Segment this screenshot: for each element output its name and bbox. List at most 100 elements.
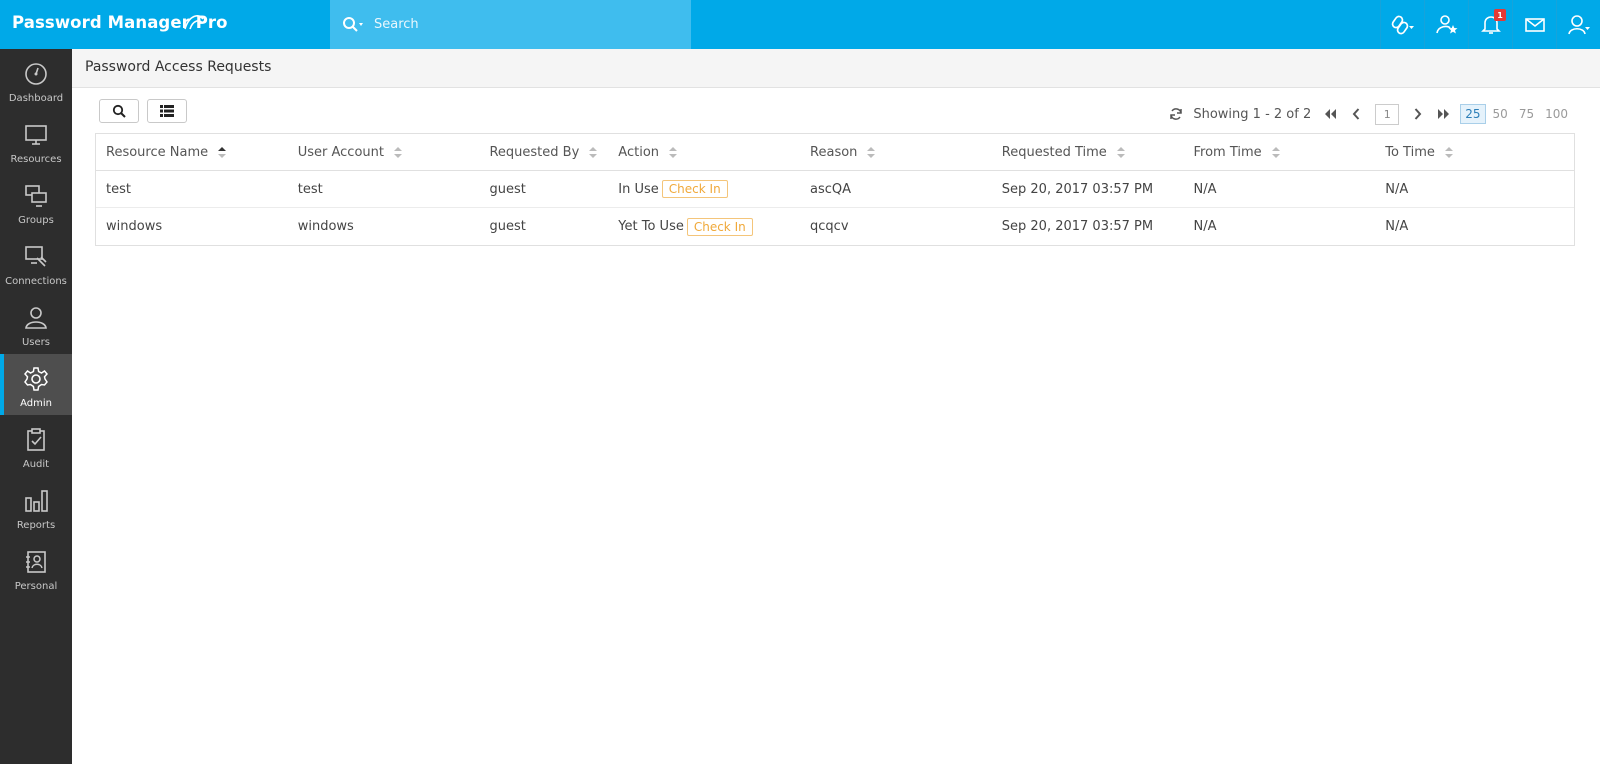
search-input[interactable] [374, 17, 664, 32]
sidebar-item-personal[interactable]: Personal [0, 537, 72, 598]
page-size-option[interactable]: 50 [1489, 105, 1512, 123]
first-page-button[interactable] [1319, 102, 1341, 126]
logo-swoosh-icon [184, 15, 204, 30]
page-number-input[interactable]: 1 [1375, 103, 1400, 125]
double-chevron-right-icon [1438, 109, 1450, 119]
last-page-button[interactable] [1433, 102, 1455, 126]
user-star-icon [1435, 14, 1457, 33]
sidebar-item-label: Admin [20, 398, 52, 409]
table-search-button[interactable] [99, 99, 139, 123]
list-icon [160, 105, 174, 117]
sidebar-item-users[interactable]: Users [0, 293, 72, 354]
clipboard-check-icon [23, 427, 49, 453]
cell-user-account: windows [297, 219, 354, 234]
bar-chart-icon [23, 488, 49, 514]
user-menu-button[interactable] [1556, 0, 1600, 49]
favorites-button[interactable] [1424, 0, 1468, 49]
gear-icon [23, 366, 49, 392]
cell-to-time: N/A [1385, 219, 1409, 234]
sidebar: Dashboard Resources Groups Connections U… [0, 49, 72, 764]
cell-requested-time: Sep 20, 2017 03:57 PM [1001, 181, 1154, 197]
action-status: Yet To Use [618, 219, 684, 234]
cell-from-time: N/A [1193, 219, 1217, 234]
pagination: Showing 1 - 2 of 2 1 25 50 75 100 [1163, 102, 1572, 126]
cell-requested-by: guest [489, 181, 526, 197]
sidebar-item-reports[interactable]: Reports [0, 476, 72, 537]
sort-icon [394, 146, 402, 158]
sidebar-item-label: Users [21, 337, 50, 348]
cell-action: In Use Check In [608, 180, 800, 198]
column-header-action[interactable]: Action [608, 145, 800, 160]
top-bar: Password Manager Pro Search 1 [0, 0, 1600, 49]
column-header-from-time[interactable]: From Time [1184, 145, 1376, 160]
quick-links-button[interactable] [1380, 0, 1424, 49]
table-row: test test guest In Use Check In ascQA Se… [96, 171, 1574, 208]
cell-user-account: test [297, 181, 323, 197]
table-header-row: Resource Name User Account Requested By … [96, 134, 1574, 171]
page-header: Password Access Requests [72, 49, 1600, 88]
search-icon[interactable] [342, 15, 366, 35]
sidebar-item-label: Groups [18, 215, 54, 226]
prev-page-button[interactable] [1345, 102, 1367, 126]
sidebar-item-label: Connections [5, 276, 67, 287]
messages-button[interactable] [1512, 0, 1556, 49]
sort-icon [867, 146, 876, 158]
sort-icon [1116, 146, 1125, 158]
notification-badge: 1 [1494, 9, 1506, 21]
top-icons: 1 [1380, 0, 1600, 49]
connections-icon [23, 244, 49, 270]
column-chooser-button[interactable] [147, 99, 187, 123]
cell-from-time: N/A [1193, 181, 1217, 197]
user-icon [1567, 14, 1590, 34]
search-icon [112, 104, 126, 118]
mail-icon [1524, 17, 1545, 32]
sort-icon [1444, 146, 1453, 158]
column-header-user-account[interactable]: User Account [288, 145, 480, 160]
sort-icon [1271, 146, 1280, 158]
cell-requested-time: Sep 20, 2017 03:57 PM [1001, 219, 1154, 234]
page-title: Password Access Requests [85, 59, 272, 75]
showing-text: Showing 1 - 2 of 2 [1193, 106, 1312, 122]
action-status: In Use [618, 181, 659, 197]
cell-reason: qcqcv [810, 219, 849, 234]
sidebar-item-dashboard[interactable]: Dashboard [0, 49, 72, 110]
dashboard-icon [23, 61, 49, 87]
sidebar-item-connections[interactable]: Connections [0, 232, 72, 293]
notifications-button[interactable]: 1 [1468, 0, 1512, 49]
sidebar-item-audit[interactable]: Audit [0, 415, 72, 476]
cell-requested-by: guest [489, 219, 526, 234]
check-in-button[interactable]: Check In [661, 180, 728, 198]
refresh-icon [1170, 108, 1183, 120]
sort-icon [669, 146, 678, 158]
double-chevron-left-icon [1325, 109, 1337, 119]
cell-resource-name: windows [106, 219, 163, 234]
sidebar-item-label: Audit [22, 459, 50, 470]
sidebar-item-groups[interactable]: Groups [0, 171, 72, 232]
column-header-requested-by[interactable]: Requested By [479, 145, 608, 160]
user-icon [23, 305, 49, 331]
sidebar-item-label: Personal [14, 581, 58, 592]
sidebar-item-admin[interactable]: Admin [0, 354, 72, 415]
chevron-right-icon [1415, 108, 1422, 120]
cell-action: Yet To Use Check In [608, 217, 800, 236]
check-in-button[interactable]: Check In [686, 217, 753, 236]
global-search[interactable] [330, 0, 691, 49]
next-page-button[interactable] [1407, 102, 1429, 126]
chevron-left-icon [1352, 108, 1360, 120]
cell-reason: ascQA [810, 181, 852, 197]
sort-icon [218, 146, 227, 158]
refresh-button[interactable] [1165, 102, 1187, 126]
cell-resource-name: test [106, 181, 131, 197]
column-header-to-time[interactable]: To Time [1375, 145, 1574, 160]
sort-icon [589, 146, 598, 158]
access-requests-table: Resource Name User Account Requested By … [95, 133, 1575, 246]
sidebar-item-resources[interactable]: Resources [0, 110, 72, 171]
column-header-requested-time[interactable]: Requested Time [992, 145, 1184, 160]
column-header-resource-name[interactable]: Resource Name [96, 145, 288, 160]
page-size-option[interactable]: 25 [1460, 104, 1486, 124]
page-size-option[interactable]: 100 [1541, 105, 1572, 123]
groups-icon [23, 183, 49, 209]
page-size-option[interactable]: 75 [1515, 105, 1538, 123]
link-icon [1391, 15, 1414, 34]
column-header-reason[interactable]: Reason [800, 145, 992, 160]
